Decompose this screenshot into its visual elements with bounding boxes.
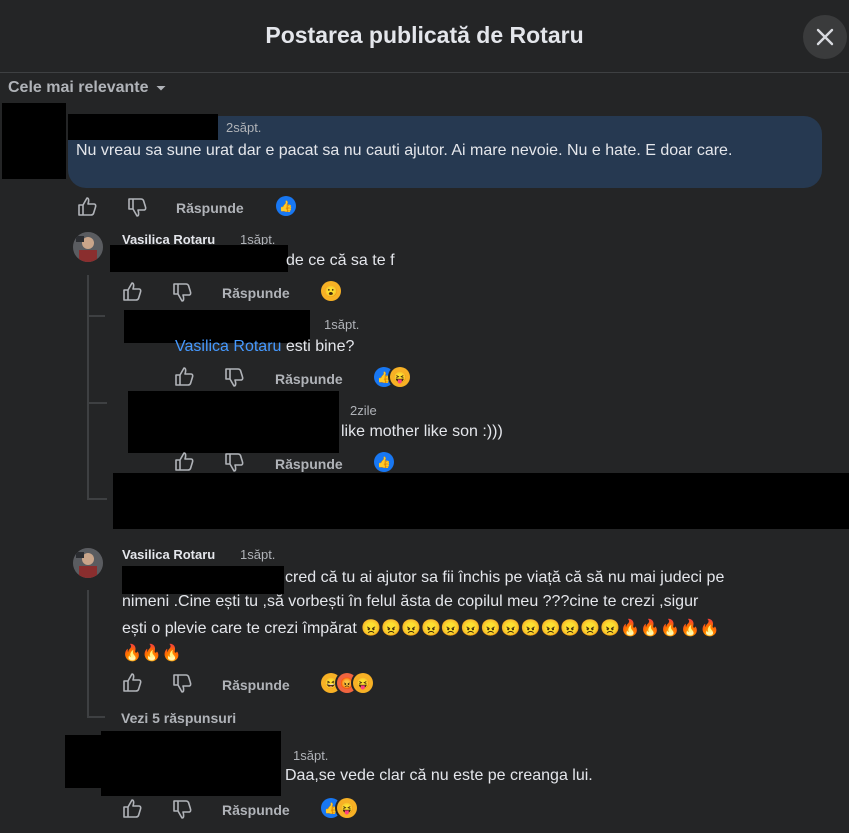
thread-line: [87, 275, 89, 500]
comment-text: Daa,se vede clar că nu este pe creanga l…: [285, 767, 593, 784]
thumbs-up-icon[interactable]: [76, 196, 98, 218]
close-button[interactable]: [803, 15, 847, 59]
comment-time: 2zile: [350, 403, 377, 418]
reaction-summary[interactable]: 😮: [321, 281, 341, 301]
reaction-summary[interactable]: 👍: [276, 196, 296, 216]
redacted-text: [110, 245, 288, 272]
caret-down-icon: [156, 86, 166, 91]
comment-author[interactable]: Vasilica Rotaru: [122, 547, 215, 562]
sort-dropdown[interactable]: Cele mai relevante: [8, 79, 167, 97]
close-icon: [816, 28, 834, 46]
tongue-reaction-icon: 😝: [353, 673, 373, 693]
thread-branch: [87, 716, 105, 718]
thumbs-up-icon[interactable]: [173, 366, 195, 388]
redacted-name: [101, 731, 281, 796]
redacted-avatar: [65, 735, 101, 788]
comment-text: like mother like son :))): [341, 423, 503, 440]
reaction-summary[interactable]: 😆 😡 😝: [321, 673, 373, 693]
tongue-reaction-icon: 😝: [337, 798, 357, 818]
comment-text-line: cred că tu ai ajutor sa fii închis pe vi…: [285, 569, 725, 586]
redacted-avatar: [2, 103, 66, 179]
avatar-image: [73, 232, 103, 262]
like-reaction-icon: 👍: [276, 196, 296, 216]
reply-button[interactable]: Răspunde: [275, 456, 343, 472]
redacted-block: [113, 473, 849, 529]
thread-line: [87, 590, 89, 718]
reply-button[interactable]: Răspunde: [275, 371, 343, 387]
thumbs-down-icon[interactable]: [171, 672, 193, 694]
thread-branch: [87, 315, 105, 317]
thread-branch: [87, 402, 107, 404]
redacted-name: [128, 391, 339, 453]
reply-button[interactable]: Răspunde: [222, 677, 290, 693]
thumbs-up-icon[interactable]: [121, 798, 143, 820]
thumbs-up-icon[interactable]: [173, 451, 195, 473]
thumbs-up-icon[interactable]: [121, 281, 143, 303]
sort-label: Cele mai relevante: [8, 79, 149, 96]
comment-text-line: ești o plevie care te crezi împărat 😠😠😠😠…: [122, 620, 720, 637]
tongue-reaction-icon: 😝: [390, 367, 410, 387]
thumbs-up-icon[interactable]: [121, 672, 143, 694]
wow-reaction-icon: 😮: [321, 281, 341, 301]
comment-text: de ce că sa te f: [286, 252, 395, 269]
avatar-image: [73, 548, 103, 578]
comment-time: 2săpt.: [226, 120, 262, 135]
comment-text-line: 🔥🔥🔥: [122, 645, 182, 662]
comment-time: 1săpt.: [240, 547, 276, 562]
header-divider: [0, 72, 849, 73]
reaction-summary[interactable]: 👍 😝: [374, 367, 410, 387]
comment-text: Vasilica Rotaru esti bine?: [175, 335, 354, 358]
reply-button[interactable]: Răspunde: [176, 200, 244, 216]
mention-link[interactable]: Vasilica Rotaru: [175, 338, 281, 355]
thumbs-down-icon[interactable]: [223, 366, 245, 388]
comment-time: 1săpt.: [324, 317, 360, 332]
reaction-summary[interactable]: 👍 😝: [321, 798, 357, 818]
view-replies-link[interactable]: Vezi 5 răspunsuri: [121, 710, 236, 726]
reply-button[interactable]: Răspunde: [222, 285, 290, 301]
comment-time: 1săpt.: [293, 748, 329, 763]
thumbs-down-icon[interactable]: [171, 281, 193, 303]
thumbs-down-icon[interactable]: [171, 798, 193, 820]
comment-text-body: esti bine?: [285, 338, 355, 355]
avatar: [73, 232, 103, 262]
reply-button[interactable]: Răspunde: [222, 802, 290, 818]
page-title: Postarea publicată de Rotaru: [265, 22, 584, 48]
reaction-summary[interactable]: 👍: [374, 452, 394, 472]
comment-text: Nu vreau sa sune urat dar e pacat sa nu …: [76, 142, 733, 159]
like-reaction-icon: 👍: [374, 452, 394, 472]
redacted-name: [68, 114, 218, 140]
thumbs-down-icon[interactable]: [126, 196, 148, 218]
thread-branch: [87, 498, 107, 500]
thumbs-down-icon[interactable]: [223, 451, 245, 473]
comment-text-line: nimeni .Cine ești tu ,să vorbești în fel…: [122, 593, 699, 610]
avatar: [73, 548, 103, 578]
